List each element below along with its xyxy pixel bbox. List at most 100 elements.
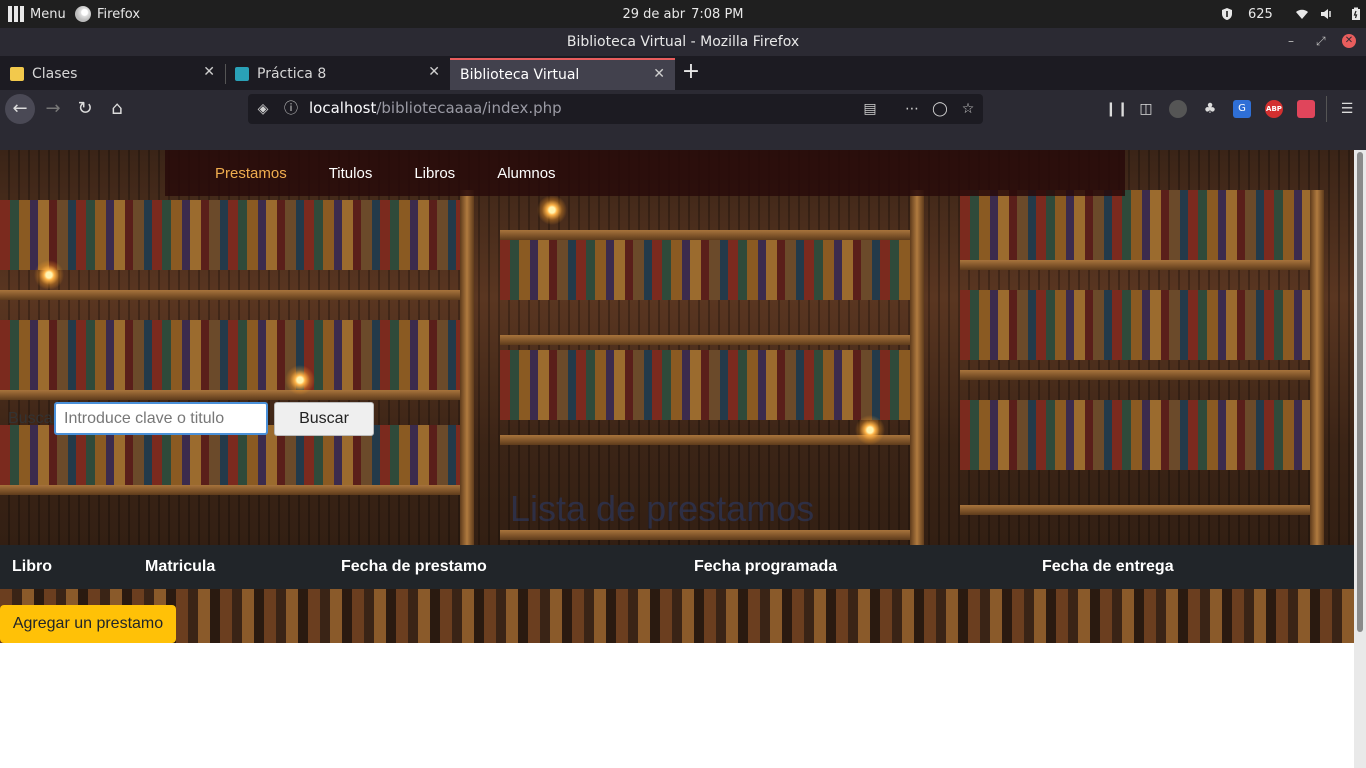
close-tab-icon[interactable]: ✕ bbox=[203, 64, 215, 80]
classroom-icon bbox=[10, 67, 24, 81]
add-loan-button[interactable]: Agregar un prestamo bbox=[0, 605, 176, 643]
close-tab-icon[interactable]: ✕ bbox=[428, 64, 440, 80]
extension-dark-icon[interactable] bbox=[1169, 100, 1187, 118]
book-row bbox=[960, 190, 1310, 260]
search-button[interactable]: Buscar bbox=[274, 402, 374, 436]
home-button[interactable]: ⌂ bbox=[102, 94, 132, 124]
clock[interactable]: 29 de abr 7:08 PM bbox=[622, 0, 743, 28]
reader-view-icon[interactable]: ▤ bbox=[861, 100, 879, 118]
volume-icon[interactable] bbox=[1319, 7, 1333, 21]
shelf bbox=[500, 335, 910, 345]
nav-link-alumnos[interactable]: Alumnos bbox=[497, 165, 555, 182]
home-icon: ⌂ bbox=[111, 98, 123, 119]
window-titlebar: Biblioteca Virtual - Mozilla Firefox – ⤢… bbox=[0, 28, 1366, 56]
search-input[interactable] bbox=[54, 402, 268, 435]
screenshot-icon[interactable] bbox=[1297, 100, 1315, 118]
candle-light bbox=[34, 260, 64, 290]
clock-date: 29 de abr bbox=[622, 6, 686, 22]
extension-gnome-icon[interactable]: ♣ bbox=[1201, 100, 1219, 118]
tab-clases[interactable]: Clases ✕ bbox=[0, 58, 225, 90]
shelf bbox=[0, 485, 460, 495]
book-row bbox=[960, 400, 1310, 470]
toolbar-bottom-strip bbox=[0, 128, 1366, 150]
book-row bbox=[0, 320, 460, 390]
shelf bbox=[500, 530, 910, 540]
system-menu-label: Menu bbox=[30, 6, 66, 22]
shelf bbox=[0, 290, 460, 300]
system-menu-button[interactable]: Menu bbox=[8, 0, 66, 28]
candle-light bbox=[855, 415, 885, 445]
translate-icon[interactable]: G bbox=[1233, 100, 1251, 118]
column-header-libro: Libro bbox=[12, 558, 52, 575]
loans-table-header: Libro Matricula Fecha de prestamo Fecha … bbox=[0, 545, 1354, 589]
sidebar-icon[interactable]: ◫ bbox=[1137, 100, 1155, 118]
minimize-icon[interactable]: – bbox=[1288, 34, 1294, 48]
tab-biblioteca-virtual[interactable]: Biblioteca Virtual ✕ bbox=[450, 58, 675, 90]
shelf bbox=[960, 505, 1310, 515]
search-label: Buscar bbox=[8, 410, 58, 427]
column-header-fecha-prestamo: Fecha de prestamo bbox=[341, 558, 487, 575]
shield-icon[interactable] bbox=[1220, 7, 1234, 21]
bookshelf-background-lower bbox=[0, 589, 1354, 643]
adblock-icon[interactable]: ABP bbox=[1265, 100, 1283, 118]
clock-time: 7:08 PM bbox=[691, 6, 744, 22]
book-row bbox=[500, 230, 910, 300]
forward-button[interactable]: → bbox=[38, 94, 68, 124]
url-text[interactable]: localhost/bibliotecaaaa/index.php bbox=[309, 99, 562, 117]
nav-link-libros[interactable]: Libros bbox=[414, 165, 455, 182]
firefox-launcher[interactable]: Firefox bbox=[75, 0, 140, 28]
back-button[interactable]: ← bbox=[5, 94, 35, 124]
tab-practica-8[interactable]: Práctica 8 ✕ bbox=[225, 58, 450, 90]
wifi-icon[interactable] bbox=[1295, 7, 1309, 21]
address-bar[interactable]: ◈ ⓘ localhost/bibliotecaaaa/index.php ▤ … bbox=[248, 94, 983, 124]
firefox-launcher-label: Firefox bbox=[97, 6, 141, 22]
battery-icon[interactable] bbox=[1349, 7, 1363, 21]
candle-light bbox=[285, 365, 315, 395]
assignment-icon bbox=[235, 67, 249, 81]
shelf bbox=[960, 260, 1310, 270]
shelf bbox=[960, 370, 1310, 380]
library-icon[interactable]: ❙❙ bbox=[1105, 100, 1128, 118]
site-navbar: Prestamos Titulos Libros Alumnos bbox=[165, 150, 1125, 196]
page-scrollbar[interactable] bbox=[1354, 150, 1366, 768]
column-header-fecha-programada: Fecha programada bbox=[694, 558, 838, 575]
page-title: Lista de prestamos bbox=[510, 488, 815, 529]
nav-link-prestamos[interactable]: Prestamos bbox=[215, 165, 287, 182]
reload-button[interactable]: ↻ bbox=[70, 94, 100, 124]
shelf bbox=[0, 390, 460, 400]
column-header-matricula: Matricula bbox=[145, 558, 216, 575]
close-window-icon[interactable]: ✕ bbox=[1342, 34, 1356, 48]
book-row bbox=[960, 290, 1310, 360]
shelf bbox=[500, 230, 910, 240]
pocket-icon[interactable]: ◯ bbox=[931, 100, 949, 118]
hamburger-menu-icon[interactable]: ☰ bbox=[1338, 100, 1356, 118]
navigation-toolbar: ← → ↻ ⌂ ◈ ⓘ localhost/bibliotecaaaa/inde… bbox=[0, 90, 1366, 128]
system-top-bar: Menu Firefox 29 de abr 7:08 PM 625 bbox=[0, 0, 1366, 28]
nav-link-titulos[interactable]: Titulos bbox=[329, 165, 373, 182]
toolbar-separator bbox=[1326, 96, 1327, 122]
arrow-right-icon: → bbox=[45, 98, 61, 119]
window-title: Biblioteca Virtual - Mozilla Firefox bbox=[566, 34, 800, 50]
close-tab-icon[interactable]: ✕ bbox=[653, 66, 665, 82]
tab-label: Clases bbox=[32, 66, 78, 82]
column-header-fecha-entrega: Fecha de entrega bbox=[1042, 558, 1174, 575]
book-row bbox=[0, 200, 460, 270]
maximize-icon[interactable]: ⤢ bbox=[1316, 34, 1326, 49]
web-page: Prestamos Titulos Libros Alumnos Buscar … bbox=[0, 150, 1354, 768]
book-row bbox=[500, 350, 910, 420]
shelf bbox=[500, 435, 910, 445]
firefox-icon bbox=[75, 6, 91, 22]
candle-light bbox=[537, 195, 567, 225]
tab-label: Biblioteca Virtual bbox=[460, 67, 580, 83]
page-actions-icon[interactable]: ⋯ bbox=[903, 100, 921, 118]
tray-count: 625 bbox=[1248, 6, 1273, 22]
tray-area: 625 bbox=[1220, 0, 1363, 28]
scrollbar-thumb[interactable] bbox=[1357, 152, 1363, 632]
url-path: /bibliotecaaaa/index.php bbox=[376, 99, 562, 117]
site-info-icon[interactable]: ⓘ bbox=[282, 100, 300, 118]
bookmark-star-icon[interactable]: ☆ bbox=[959, 100, 977, 118]
new-tab-icon[interactable]: + bbox=[681, 58, 701, 86]
arrow-left-icon: ← bbox=[12, 98, 28, 119]
tracking-shield-icon[interactable]: ◈ bbox=[254, 100, 272, 118]
menu-icon bbox=[8, 6, 24, 22]
